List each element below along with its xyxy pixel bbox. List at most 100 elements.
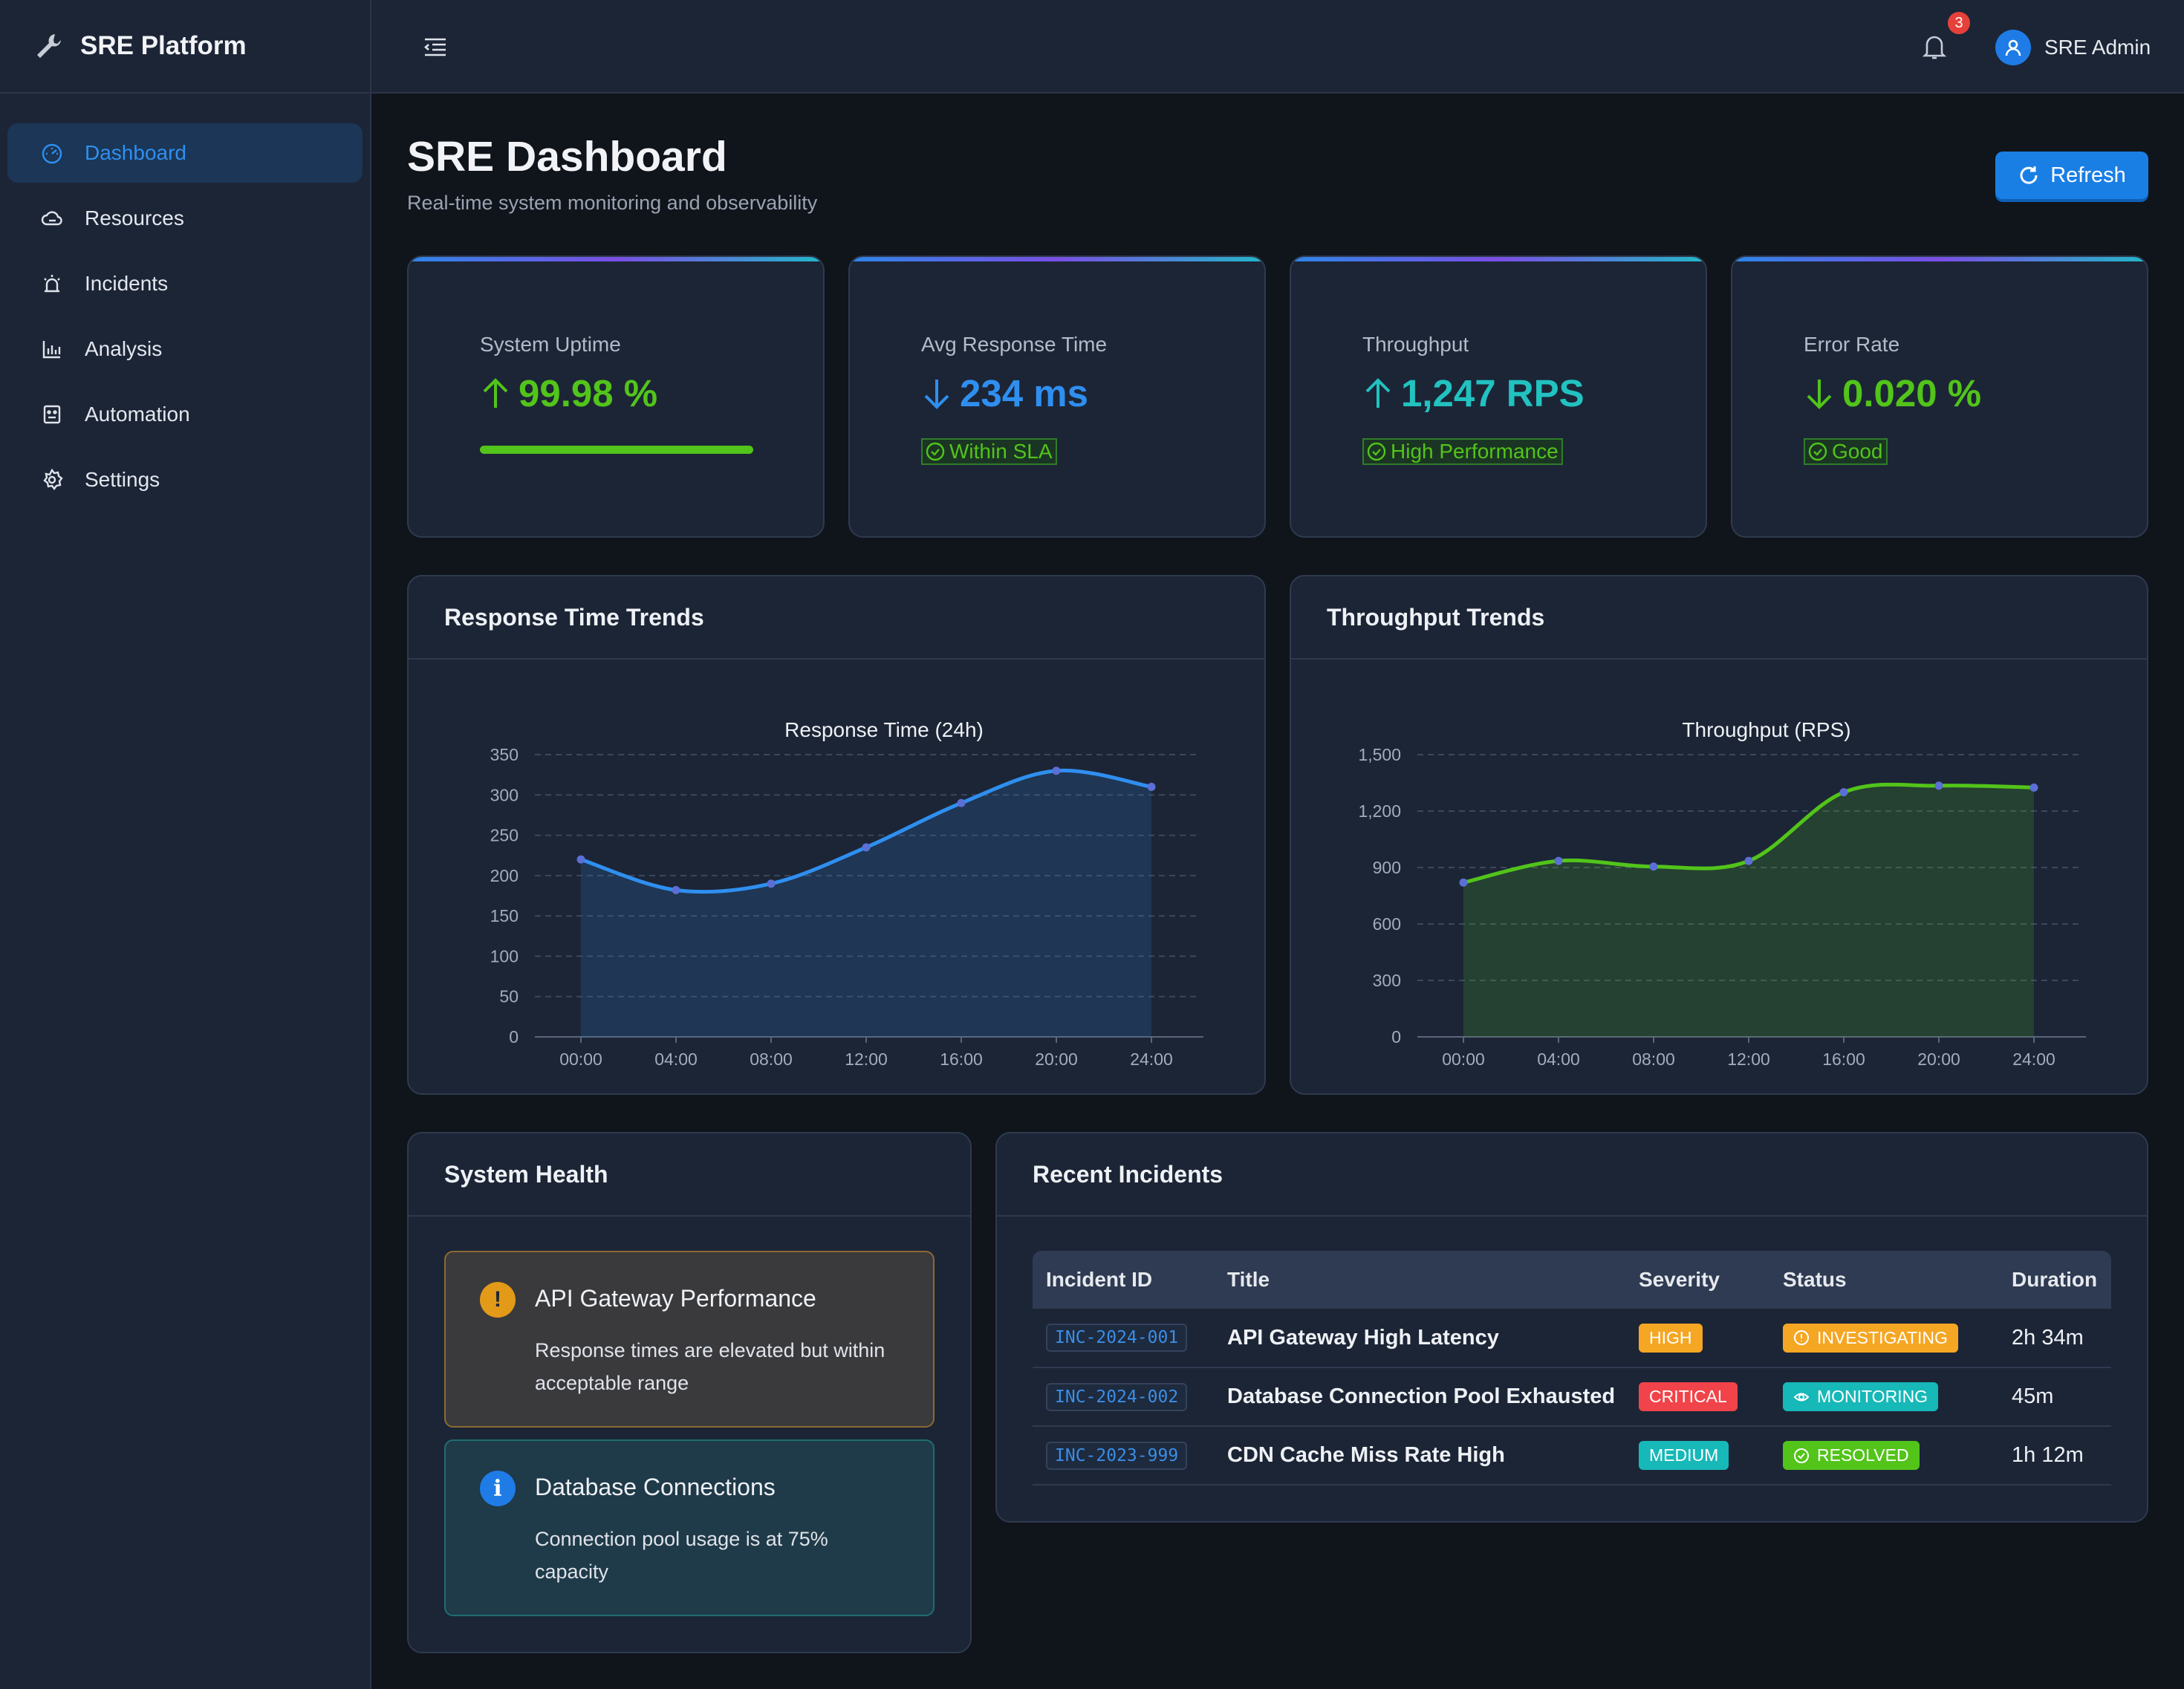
incident-duration: 1h 12m [1998, 1426, 2111, 1485]
x-tick-label: 04:00 [1537, 1049, 1580, 1069]
health-alert-api-gateway[interactable]: ! API Gateway Performance Response times… [444, 1251, 935, 1428]
recent-incidents-panel: Recent Incidents Incident ID Title Sever… [995, 1132, 2148, 1523]
kpi-value: 234 ms [921, 371, 1088, 415]
x-tick-label: 08:00 [750, 1049, 793, 1069]
y-tick-label: 150 [490, 906, 519, 925]
sidebar-item-label: Dashboard [85, 141, 186, 164]
panel-title: System Health [409, 1133, 970, 1217]
x-tick-label: 24:00 [1130, 1049, 1173, 1069]
sidebar-item-resources[interactable]: Resources [7, 189, 363, 248]
x-tick-label: 16:00 [940, 1049, 983, 1069]
robot-icon [43, 405, 61, 424]
bell-icon[interactable] [1921, 31, 1948, 61]
incidents-table: Incident ID Title Severity Status Durati… [1033, 1251, 2111, 1485]
eye-icon [1793, 1393, 1810, 1401]
sidebar-item-analysis[interactable]: Analysis [7, 319, 363, 379]
check-circle-icon [926, 442, 945, 461]
column-header[interactable]: Incident ID [1033, 1251, 1214, 1309]
check-circle-icon [1367, 442, 1386, 461]
x-tick-label: 20:00 [1035, 1049, 1078, 1069]
data-point [1147, 782, 1156, 791]
brand[interactable]: SRE Platform [0, 0, 370, 94]
user-icon [2005, 39, 2021, 56]
panel-title: Response Time Trends [409, 576, 1264, 660]
menu-toggle-icon[interactable] [422, 33, 449, 60]
alert-text: Connection pool usage is at 75% capacity [535, 1528, 828, 1583]
kpi-card-response-time: Avg Response Time 234 ms Within SLA [848, 256, 1266, 538]
user-menu[interactable]: SRE Admin [1995, 30, 2151, 65]
panel-title: Recent Incidents [997, 1133, 2147, 1217]
column-header[interactable]: Severity [1625, 1251, 1769, 1309]
sidebar-item-incidents[interactable]: Incidents [7, 254, 363, 313]
sidebar-item-automation[interactable]: Automation [7, 385, 363, 444]
kpi-label: Throughput [1362, 333, 1469, 356]
kpi-tag-text: Within SLA [949, 440, 1053, 463]
page-title: SRE Dashboard [407, 133, 727, 180]
severity-badge: HIGH [1639, 1323, 1703, 1353]
kpi-card-error-rate: Error Rate 0.020 % Good [1731, 256, 2148, 538]
status-text: MONITORING [1817, 1387, 1928, 1406]
x-tick-label: 20:00 [1917, 1049, 1960, 1069]
status-badge: RESOLVED [1783, 1441, 1920, 1470]
incident-id[interactable]: INC-2023-999 [1046, 1441, 1188, 1470]
x-tick-label: 12:00 [845, 1049, 888, 1069]
data-point [1934, 781, 1943, 790]
status-badge: MONITORING [1783, 1382, 1939, 1411]
sidebar-item-label: Incidents [85, 272, 169, 295]
status-text: INVESTIGATING [1817, 1327, 1948, 1347]
data-point [957, 798, 966, 807]
page-subtitle: Real-time system monitoring and observab… [407, 192, 818, 214]
table-row[interactable]: INC-2024-002 Database Connection Pool Ex… [1033, 1367, 2111, 1427]
alert-title: Database Connections [535, 1474, 776, 1500]
y-tick-label: 1,200 [1358, 801, 1401, 821]
bar-chart-icon [42, 341, 61, 359]
sidebar-item-dashboard[interactable]: Dashboard [7, 123, 363, 183]
incident-title: API Gateway High Latency [1214, 1309, 1625, 1368]
arrow-down-icon [924, 379, 949, 409]
alarm-icon [44, 275, 60, 293]
warning-icon: ! [480, 1282, 516, 1318]
column-header[interactable]: Status [1769, 1251, 1998, 1309]
refresh-icon [2020, 166, 2038, 184]
y-tick-label: 900 [1373, 858, 1401, 877]
refresh-label: Refresh [2050, 163, 2126, 187]
data-point [767, 879, 776, 888]
y-tick-label: 300 [490, 785, 519, 804]
table-row[interactable]: INC-2023-999 CDN Cache Miss Rate High ME… [1033, 1426, 2111, 1485]
column-header[interactable]: Duration [1998, 1251, 2111, 1309]
table-row[interactable]: INC-2024-001 API Gateway High Latency HI… [1033, 1309, 2111, 1368]
kpi-value: 0.020 % [1804, 371, 1981, 415]
kpi-status-tag: Within SLA [921, 438, 1057, 465]
arrow-down-icon [1807, 379, 1832, 409]
sidebar-item-label: Resources [85, 206, 184, 230]
health-alert-database[interactable]: i Database Connections Connection pool u… [444, 1439, 935, 1616]
data-point [576, 855, 585, 864]
alert-text: Response times are elevated but within a… [535, 1339, 885, 1394]
kpi-tag-text: High Performance [1391, 440, 1559, 463]
kpi-label: Error Rate [1804, 333, 1900, 356]
check-circle-icon [1808, 442, 1827, 461]
y-tick-label: 600 [1373, 914, 1401, 934]
kpi-status-tag: Good [1804, 438, 1888, 465]
throughput-chart: Throughput (RPS) 0 300 600 900 1,200 1,500 00:0… [1358, 718, 2086, 1069]
kpi-label: System Uptime [480, 333, 621, 356]
y-tick-label: 350 [490, 745, 519, 764]
kpi-card-uptime: System Uptime 99.98 % [407, 256, 825, 538]
column-header[interactable]: Title [1214, 1251, 1625, 1309]
refresh-button[interactable]: Refresh [1995, 152, 2148, 199]
alert-circle-icon [1794, 1330, 1809, 1345]
data-point [1052, 767, 1061, 775]
uptime-progress-bar [480, 446, 753, 454]
x-tick-label: 12:00 [1727, 1049, 1770, 1069]
sidebar-item-settings[interactable]: Settings [7, 450, 363, 510]
kpi-value-text: 0.020 % [1842, 372, 1982, 414]
table-header-row: Incident ID Title Severity Status Durati… [1033, 1251, 2111, 1309]
dashboard-icon [42, 143, 62, 164]
kpi-value-text: 234 ms [960, 372, 1088, 414]
data-point [1459, 878, 1468, 887]
incident-id[interactable]: INC-2024-001 [1046, 1324, 1188, 1352]
chart-title: Response Time (24h) [784, 718, 984, 741]
check-circle-icon [1794, 1448, 1809, 1463]
incident-title: Database Connection Pool Exhausted [1214, 1367, 1625, 1427]
incident-id[interactable]: INC-2024-002 [1046, 1382, 1188, 1411]
